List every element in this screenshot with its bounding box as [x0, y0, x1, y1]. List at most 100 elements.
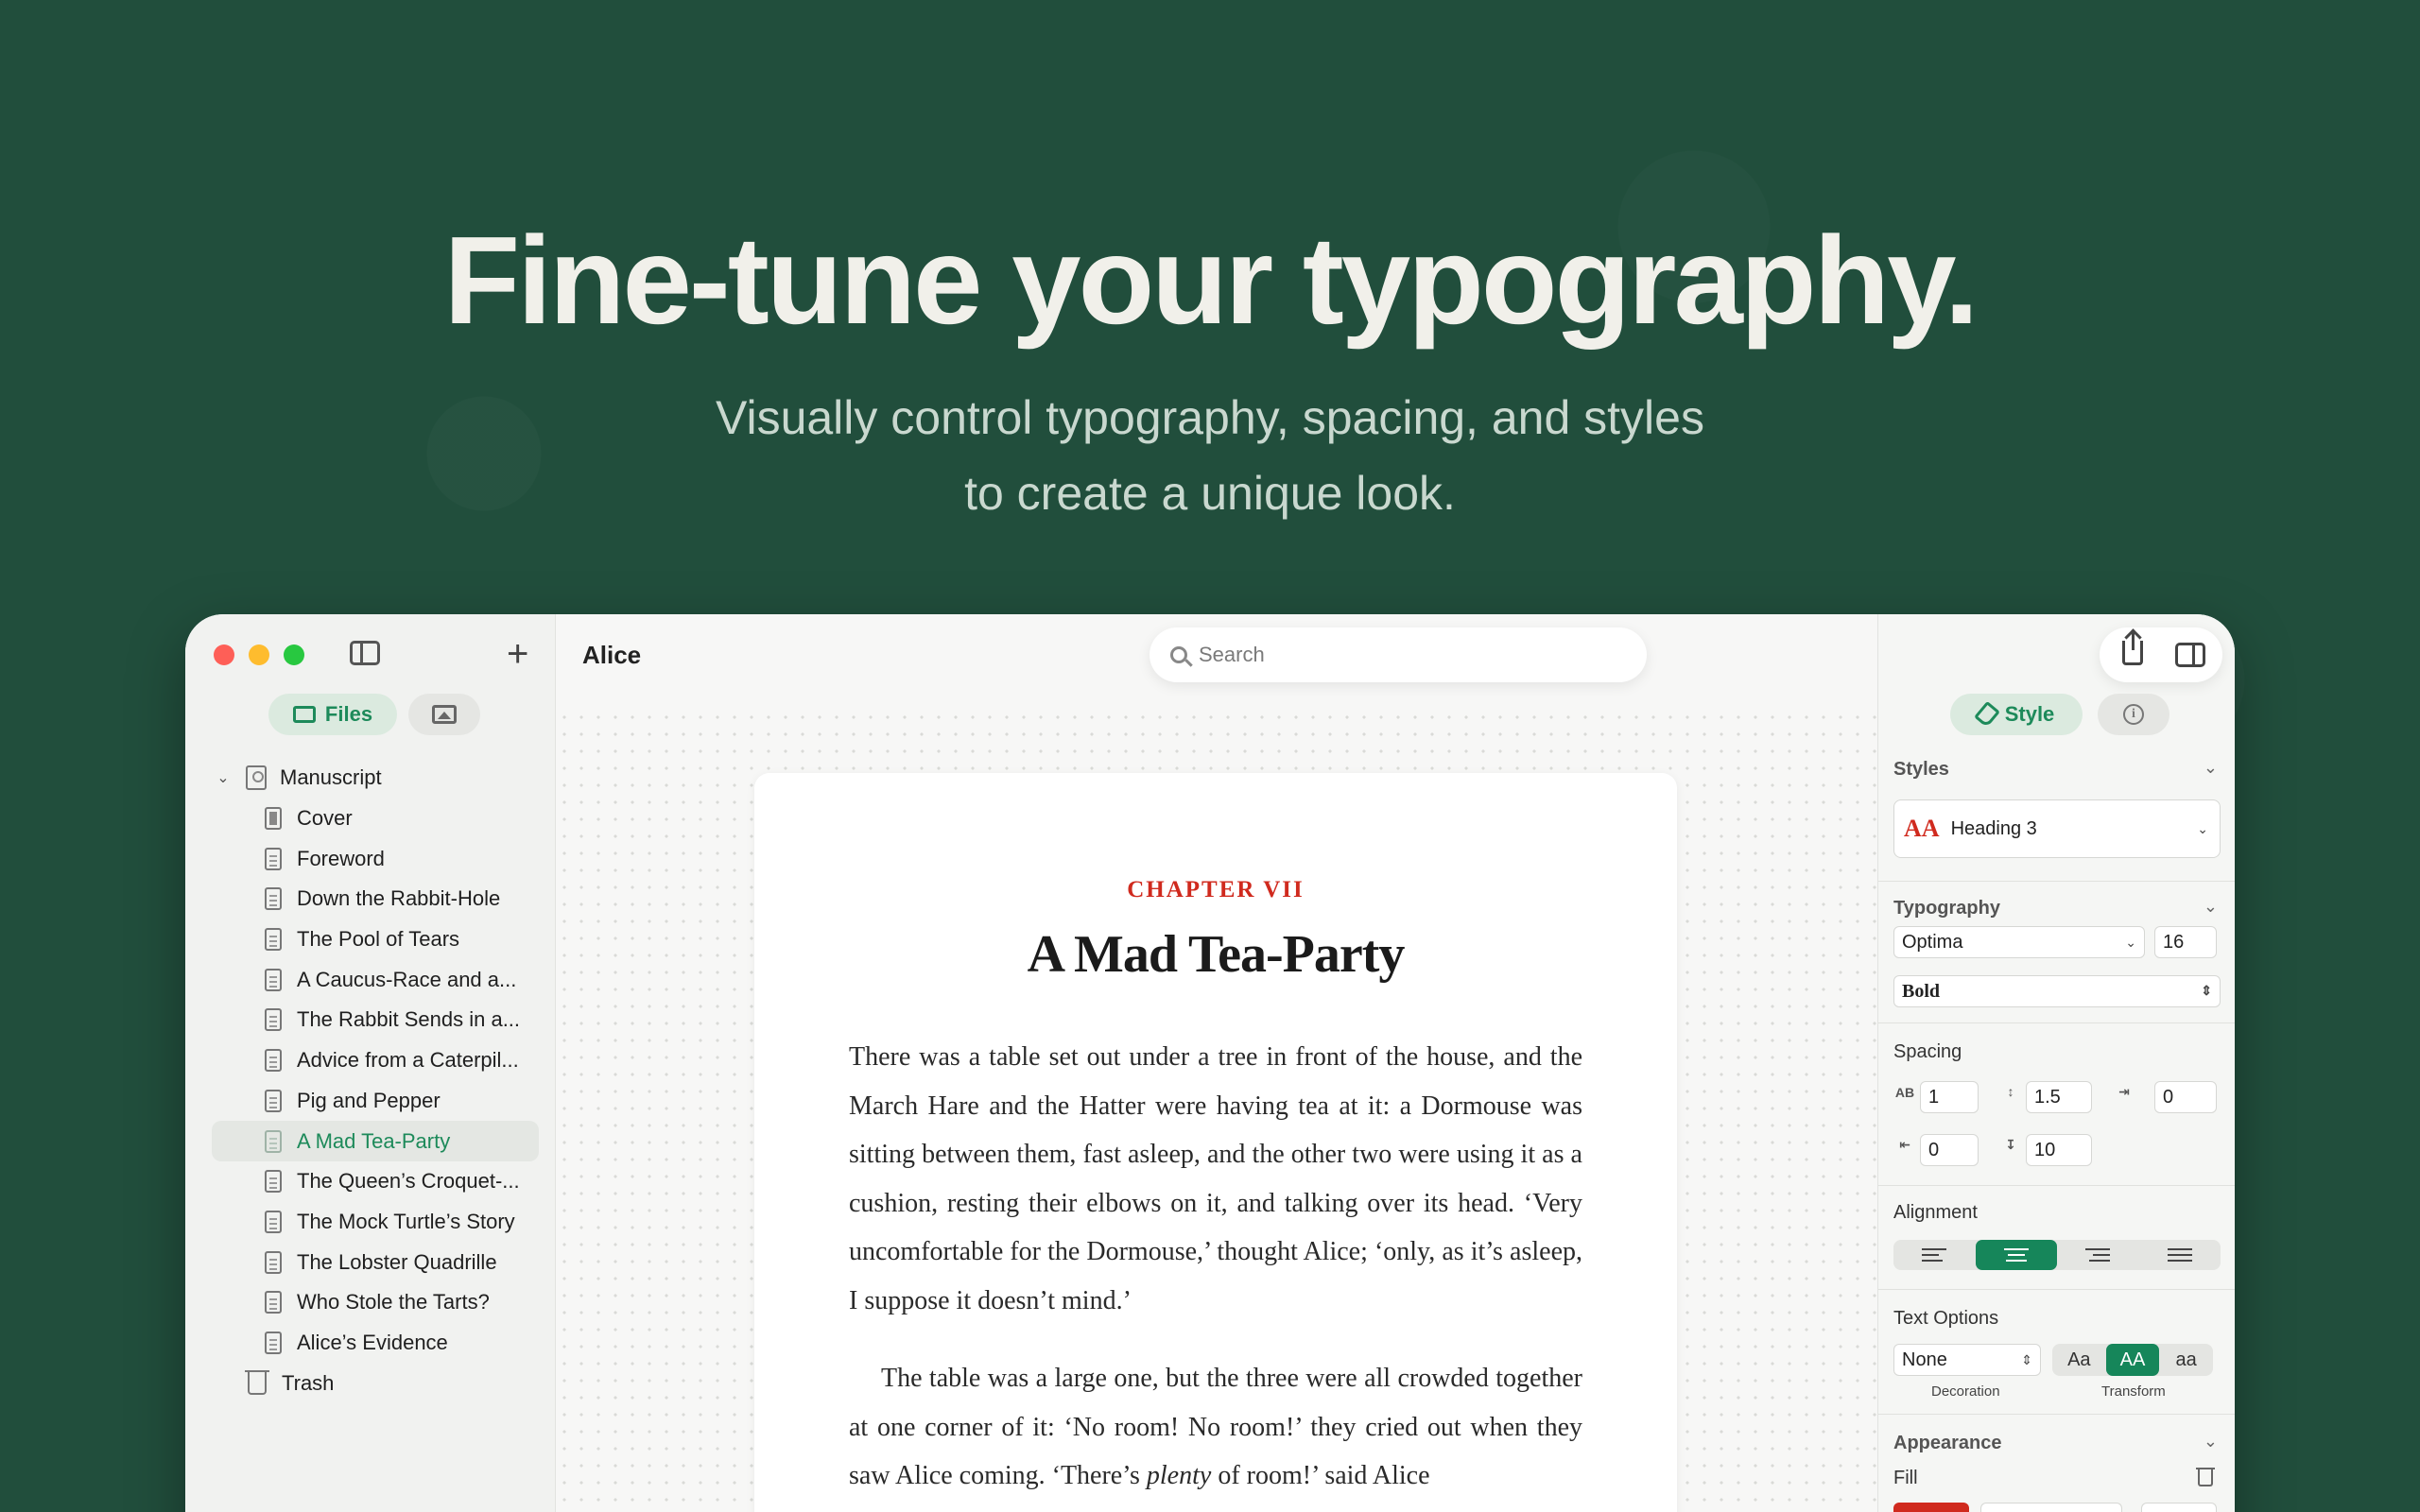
line-height-icon: ↕ [2007, 1084, 2014, 1099]
tree-item-document[interactable]: The Queen’s Croquet-... [185, 1161, 556, 1202]
document-icon [265, 1331, 282, 1354]
file-tree: ⌄ Manuscript Cover Foreword Down the Rabbit-… [185, 758, 556, 1403]
tree-item-document[interactable]: The Mock Turtle’s Story [185, 1202, 556, 1243]
line-height-field[interactable]: 1.5 [2026, 1081, 2092, 1113]
transform-option-2[interactable]: aa [2159, 1344, 2213, 1376]
tree-item-label: Foreword [297, 846, 385, 870]
cover-icon [265, 807, 282, 831]
document-body[interactable]: There was a table set out under a tree i… [849, 1033, 1582, 1501]
hero-title: Fine-tune your typography. [443, 211, 1979, 350]
tree-item-label: Manuscript [280, 765, 382, 790]
space-before-field[interactable]: 0 [1920, 1134, 1979, 1166]
align-right-button[interactable] [2057, 1240, 2139, 1270]
typography-section-label: Typography [1893, 898, 2000, 919]
transform-label: Transform [2101, 1383, 2166, 1400]
paragraph-style-select[interactable]: AA Heading 3 ⌄ [1893, 799, 2221, 858]
tree-item-label: Cover [297, 806, 353, 831]
fill-hex-field[interactable] [1980, 1503, 2122, 1512]
tree-item-manuscript[interactable]: ⌄ Manuscript [185, 758, 556, 799]
transform-option-0[interactable]: Aa [2052, 1344, 2106, 1376]
letter-spacing-field[interactable]: 1 [1920, 1081, 1979, 1113]
align-justify-icon [2167, 1248, 2192, 1262]
align-center-button[interactable] [1975, 1240, 2057, 1270]
decoration-label: Decoration [1931, 1383, 2000, 1400]
tree-item-document[interactable]: The Rabbit Sends in a... [185, 1000, 556, 1040]
tree-item-document[interactable]: Alice’s Evidence [185, 1323, 556, 1364]
trash-icon[interactable] [2196, 1468, 2215, 1486]
paragraph-2[interactable]: The table was a large one, but the three… [849, 1354, 1582, 1501]
tree-item-label: Advice from a Caterpil... [297, 1048, 519, 1073]
letter-spacing-icon: AB [1894, 1085, 1915, 1100]
transform-option-1[interactable]: AA [2105, 1344, 2160, 1376]
document-title: Alice [582, 641, 642, 669]
files-tab[interactable]: Files [268, 694, 397, 735]
tree-item-document[interactable]: Pig and Pepper [185, 1081, 556, 1122]
fill-opacity-field[interactable] [2141, 1503, 2217, 1512]
tree-item-label: Alice’s Evidence [297, 1330, 448, 1354]
tree-item-document[interactable]: Who Stole the Tarts? [185, 1282, 556, 1323]
font-family-select[interactable]: Optima ⌄ [1893, 926, 2145, 958]
tree-item-document[interactable]: The Pool of Tears [185, 919, 556, 960]
font-weight-value: Bold [1902, 980, 1941, 1002]
tree-item-document[interactable]: Foreword [185, 838, 556, 879]
chapter-title[interactable]: A Mad Tea-Party [754, 924, 1677, 985]
document-icon [265, 928, 282, 952]
font-size-field[interactable]: 16 [2154, 926, 2217, 958]
styles-collapse-chevron-icon[interactable]: ⌄ [2204, 758, 2218, 778]
stepper-icon: ⇕ [2201, 984, 2212, 999]
appearance-section-label: Appearance [1893, 1433, 2002, 1453]
inspector-toggle-icon[interactable] [2175, 643, 2205, 667]
zoom-button[interactable] [284, 644, 304, 665]
font-weight-select[interactable]: Bold ⇕ [1893, 975, 2221, 1007]
align-justify-button[interactable] [2139, 1240, 2221, 1270]
inspector-panel: Style i Styles ⌄ AA Heading 3 ⌄ Typograp… [1877, 614, 2235, 1512]
hero-subtitle-line-2: to create a unique look. [964, 467, 1456, 520]
minimize-button[interactable] [249, 644, 269, 665]
font-size-value: 16 [2163, 931, 2185, 953]
divider [1878, 881, 2235, 882]
add-item-plus-icon[interactable]: + [507, 635, 528, 673]
chapter-heading[interactable]: CHAPTER VII [754, 877, 1677, 903]
space-before-value: 0 [1928, 1139, 1940, 1160]
tree-item-document[interactable]: A Mad Tea-Party [212, 1121, 539, 1161]
fill-color-swatch[interactable] [1893, 1503, 1969, 1512]
line-height-value: 1.5 [2034, 1086, 2061, 1108]
search-icon [1170, 646, 1187, 663]
transform-segmented-control: Aa AA aa [2052, 1344, 2213, 1376]
document-icon [265, 1250, 282, 1274]
paragraph-1[interactable]: There was a table set out under a tree i… [849, 1033, 1582, 1325]
media-tab[interactable] [408, 694, 480, 735]
tree-item-label: Trash [282, 1370, 335, 1395]
document-icon [265, 1210, 282, 1233]
paragraph-style-value: Heading 3 [1950, 817, 2037, 839]
window-controls [214, 644, 304, 665]
document-icon [265, 1049, 282, 1073]
typography-collapse-chevron-icon[interactable]: ⌄ [2204, 897, 2218, 917]
space-before-icon: ⇤ [1899, 1137, 1910, 1152]
sidebar-toggle-icon[interactable] [350, 641, 380, 665]
first-indent-field[interactable]: 0 [2154, 1081, 2217, 1113]
space-after-value: 10 [2034, 1139, 2056, 1160]
align-left-button[interactable] [1893, 1240, 1976, 1270]
tree-item-document[interactable]: Cover [185, 799, 556, 839]
appearance-collapse-chevron-icon[interactable]: ⌄ [2204, 1432, 2218, 1452]
style-tab[interactable]: Style [1950, 694, 2083, 735]
share-icon[interactable] [2122, 631, 2143, 665]
space-after-field[interactable]: 10 [2026, 1134, 2092, 1166]
text-options-section-label: Text Options [1893, 1308, 1999, 1329]
decoration-select[interactable]: None ⇕ [1893, 1344, 2041, 1376]
document-icon [265, 1089, 282, 1112]
tree-item-document[interactable]: A Caucus-Race and a... [185, 959, 556, 1000]
tree-item-document[interactable]: The Lobster Quadrille [185, 1242, 556, 1282]
tree-item-trash[interactable]: Trash [185, 1363, 556, 1403]
chevron-down-icon[interactable]: ⌄ [214, 768, 233, 787]
divider [1878, 1022, 2235, 1023]
style-tab-label: Style [2004, 702, 2055, 726]
info-tab[interactable]: i [2098, 694, 2169, 735]
search-input[interactable] [1199, 643, 1596, 667]
tree-item-document[interactable]: Down the Rabbit-Hole [185, 879, 556, 919]
tree-item-label: Who Stole the Tarts? [297, 1290, 490, 1314]
close-button[interactable] [214, 644, 234, 665]
tree-item-document[interactable]: Advice from a Caterpil... [185, 1040, 556, 1081]
search-bar[interactable] [1150, 627, 1647, 682]
